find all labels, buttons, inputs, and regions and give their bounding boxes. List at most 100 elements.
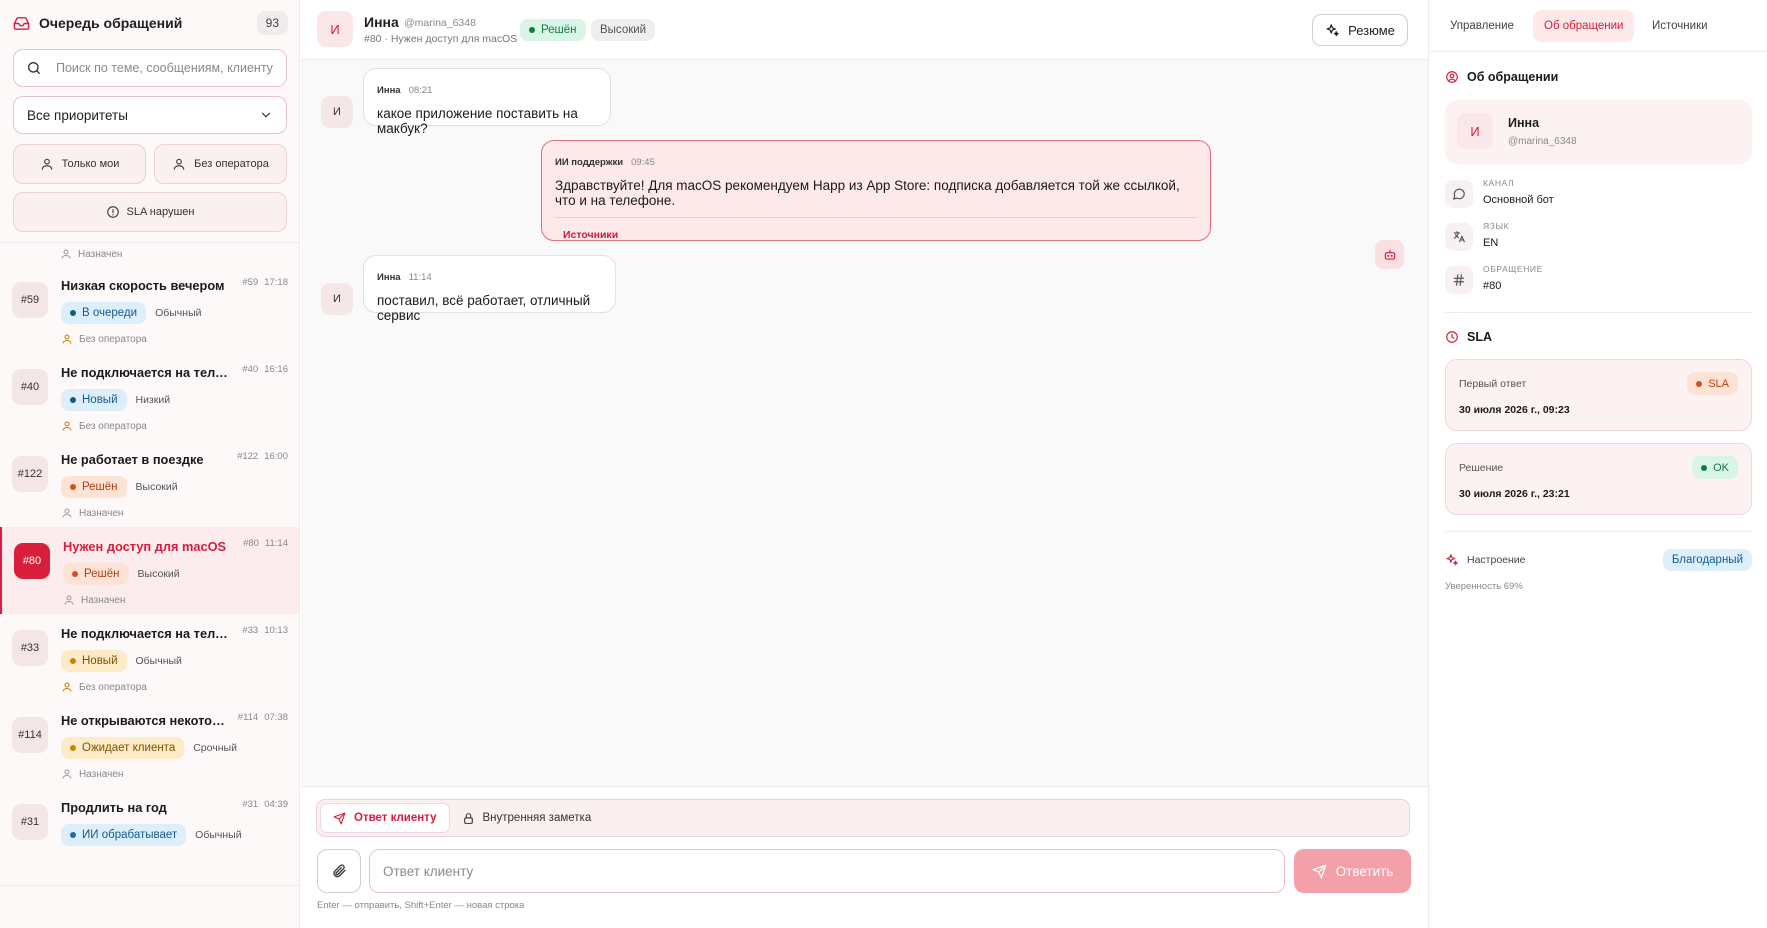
status-badge: В очереди xyxy=(61,302,147,324)
ticket-meta: #40 16:16 xyxy=(242,364,288,375)
user-icon xyxy=(62,508,72,518)
message-text: какое приложение поставить на макбук? xyxy=(377,106,578,136)
priority-label: Высокий xyxy=(137,568,180,580)
priority-select[interactable]: Все приоритеты xyxy=(13,96,287,134)
tab-reply-to-client[interactable]: Ответ клиенту xyxy=(320,803,450,833)
ticket-item[interactable]: #40 Не подключается на телефоне #40 16:16… xyxy=(0,353,299,451)
previous-ticket-assign-status: Назначен xyxy=(60,243,122,265)
priority-label: Обычный xyxy=(135,655,182,667)
ticket-meta: #31 04:39 xyxy=(242,799,288,810)
ticket-item[interactable]: #59 Низкая скорость вечером #59 17:18 В о… xyxy=(0,266,299,364)
ticket-id: #59 xyxy=(242,277,259,288)
ticket-number-tile: #80 xyxy=(14,543,50,579)
ticket-number-tile: #114 xyxy=(12,717,48,753)
filter-sla-breached-button[interactable]: SLA нарушен xyxy=(13,192,287,232)
priority-label: Срочный xyxy=(193,742,237,754)
divider xyxy=(1445,312,1752,313)
message-text: поставил, всё работает, отличный сервис xyxy=(377,293,591,323)
user-icon xyxy=(173,158,185,170)
ticket-meta: #122 16:00 xyxy=(237,451,288,462)
priority-label: Высокий xyxy=(135,481,178,493)
client-name: Инна xyxy=(1508,116,1540,130)
tab-note-label: Внутренняя заметка xyxy=(482,812,592,824)
sla-first-date: 30 июля 2026 г., 09:23 xyxy=(1459,404,1570,416)
mood-row: Настроение Благодарный xyxy=(1445,548,1752,572)
ticket-meta: #33 10:13 xyxy=(242,625,288,636)
queue-count-badge: 93 xyxy=(256,11,288,35)
status-badge-label: Решён xyxy=(541,24,577,36)
ticket-time: 17:18 xyxy=(264,277,288,288)
ai-message-bubble: ИИ поддержки 09:45 Здравствуйте! Для macO… xyxy=(541,140,1211,241)
tab-internal-note[interactable]: Внутренняя заметка xyxy=(450,803,604,833)
filter-mine-button[interactable]: Только мои xyxy=(13,144,146,184)
ticket-item[interactable]: #33 Не подключается на телефоне #33 10:13… xyxy=(0,614,299,712)
priority-badge: Высокий xyxy=(591,19,656,41)
ticket-title: Продлить на год xyxy=(61,800,167,815)
ticket-item[interactable]: #31 Продлить на год #31 04:39 ИИ обрабаты… xyxy=(0,788,299,886)
keyboard-hint: Enter — отправить, Shift+Enter — новая с… xyxy=(317,900,525,911)
tab-management[interactable]: Управление xyxy=(1439,10,1525,42)
message-bubble: Инна 08:21 какое приложение поставить на … xyxy=(363,68,611,136)
ticket-badges: В очереди Обычный xyxy=(61,302,202,324)
client-handle: @marina_6348 xyxy=(404,17,476,29)
tab-sources[interactable]: Источники xyxy=(1641,10,1719,42)
ticket-id: #114 xyxy=(237,712,259,723)
channel-icon-tile xyxy=(1445,180,1473,208)
assign-status: Назначен xyxy=(63,594,125,606)
ticket-list[interactable]: Назначен #59 Низкая скорость вечером #59… xyxy=(0,243,299,928)
confidence-text: Уверенность 69% xyxy=(1445,581,1523,592)
ticket-number-tile: #59 xyxy=(12,282,48,318)
send-reply-button[interactable]: Ответить xyxy=(1294,849,1411,893)
conversation-header: И Инна @marina_6348 #80 · Нужен доступ д… xyxy=(301,0,1428,60)
status-badge-label: Решён xyxy=(84,568,120,580)
status-badge-label: Ожидает клиента xyxy=(82,742,176,754)
section-sla-label: SLA xyxy=(1467,330,1492,344)
ticket-meta: #59 17:18 xyxy=(242,277,288,288)
user-icon xyxy=(61,249,71,259)
filter-no-operator-button[interactable]: Без оператора xyxy=(154,144,287,184)
ticket-item-active[interactable]: #80 Нужен доступ для macOS #80 11:14 Решё… xyxy=(0,527,299,625)
assign-status: Назначен xyxy=(61,507,123,519)
search-input[interactable] xyxy=(56,61,274,75)
sparkles-icon xyxy=(1446,554,1458,566)
sources-link[interactable]: Источники xyxy=(563,229,1197,241)
tab-about-ticket[interactable]: Об обращении xyxy=(1533,10,1635,42)
message-time: 08:21 xyxy=(408,85,433,96)
reply-input[interactable] xyxy=(369,849,1285,893)
ticket-item[interactable]: #122 Не работает в поездке #122 16:00 Реш… xyxy=(0,440,299,538)
ticket-title: Не работает в поездке xyxy=(61,452,204,467)
translate-icon xyxy=(1453,231,1465,243)
sla-ok-badge: OK xyxy=(1692,456,1738,479)
sla-resolve-date: 30 июля 2026 г., 23:21 xyxy=(1459,488,1570,500)
ticket-id: #33 xyxy=(242,625,259,636)
send-icon xyxy=(1312,864,1327,878)
status-badge: Решён xyxy=(63,563,129,585)
avatar: И xyxy=(1457,113,1493,149)
ticket-meta: #114 07:38 xyxy=(238,712,288,723)
sla-first-response-card: Первый ответ 30 июля 2026 г., 09:23 SLA xyxy=(1445,359,1752,431)
ticket-item[interactable]: #114 Не открываются некоторые сайты #114… xyxy=(0,701,299,799)
attach-button[interactable] xyxy=(317,849,361,893)
priority-label: Обычный xyxy=(195,829,242,841)
client-name: Инна xyxy=(364,14,399,30)
bot-icon xyxy=(1384,249,1395,260)
assign-status: Без оператора xyxy=(61,333,147,345)
user-icon xyxy=(41,158,52,170)
ticket-time: 16:16 xyxy=(264,364,288,375)
user-warning-icon xyxy=(62,334,72,344)
assign-status: Назначен xyxy=(61,768,123,780)
assign-label: Без оператора xyxy=(79,420,147,432)
status-badge: Новый xyxy=(61,389,127,411)
message-text: Здравствуйте! Для macOS рекомендуем Happ… xyxy=(555,178,1180,208)
search-box[interactable] xyxy=(13,49,287,87)
message-bubble: Инна 11:14 поставил, всё работает, отличн… xyxy=(363,255,616,323)
ticket-meta: #80 11:14 xyxy=(243,538,288,549)
status-badge: Новый xyxy=(61,650,127,672)
assign-label: Назначен xyxy=(81,594,126,606)
queue-title: Очередь обращений xyxy=(39,15,183,31)
priority-label: Низкий xyxy=(135,394,171,406)
summary-button[interactable]: Резюме xyxy=(1312,14,1408,46)
priority-select-value: Все приоритеты xyxy=(27,107,128,123)
assign-label: Назначен xyxy=(79,768,124,780)
hash-icon xyxy=(1453,274,1465,286)
